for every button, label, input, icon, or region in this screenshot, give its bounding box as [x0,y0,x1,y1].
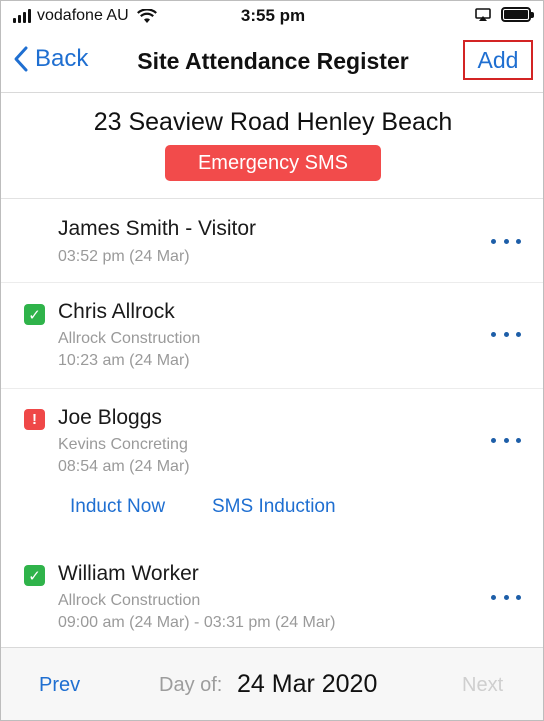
attendee-company: Allrock Construction [58,592,201,609]
more-options-icon[interactable] [491,587,521,607]
add-button[interactable]: Add [463,40,533,80]
check-icon: ✓ [24,565,45,586]
attendance-list: James Smith - Visitor 03:52 pm (24 Mar) … [1,199,543,647]
back-label: Back [35,45,89,72]
check-icon: ✓ [24,304,45,325]
attendee-name: Joe Bloggs [58,406,162,429]
chevron-left-icon [14,46,28,72]
status-right [475,7,534,22]
induct-now-button[interactable]: Induct Now [70,496,165,518]
navigation-bar: Back Site Attendance Register Add [1,33,543,93]
battery-icon [501,7,534,22]
list-item[interactable]: ! Joe Bloggs Kevins Concreting 08:54 am … [1,389,543,544]
next-button[interactable]: Next [462,674,503,697]
attendee-time: 09:00 am (24 Mar) - 03:31 pm (24 Mar) [58,614,336,631]
site-header: 23 Seaview Road Henley Beach Emergency S… [1,93,543,199]
clock: 3:55 pm [240,6,306,25]
attendee-time: 03:52 pm (24 Mar) [58,248,190,265]
app-screen: vodafone AU 3:55 pm Back Site Attendance… [0,0,544,721]
back-button[interactable]: Back [13,45,88,73]
list-item[interactable]: James Smith - Visitor 03:52 pm (24 Mar) [1,199,543,283]
attendee-name: William Worker [58,562,199,585]
emergency-sms-button[interactable]: Emergency SMS [165,145,381,181]
sms-induction-button[interactable]: SMS Induction [212,496,336,518]
attendee-company: Allrock Construction [58,330,201,347]
prev-button[interactable]: Prev [39,674,80,697]
more-options-icon[interactable] [491,430,521,450]
date-picker[interactable]: 24 Mar 2020 [237,670,377,699]
date-navigation-bar: Prev Day of: 24 Mar 2020 Next [1,647,543,720]
attendee-name: Chris Allrock [58,300,175,323]
site-address: 23 Seaview Road Henley Beach [93,108,453,136]
attendee-name: James Smith - Visitor [58,217,256,240]
day-of-label: Day of: [159,674,223,696]
attendee-company: Kevins Concreting [58,436,188,453]
status-bar: vodafone AU 3:55 pm [1,1,543,33]
more-options-icon[interactable] [491,324,521,344]
airplay-icon [475,7,491,21]
exclamation-icon: ! [24,409,45,430]
more-options-icon[interactable] [491,231,521,251]
attendee-time: 08:54 am (24 Mar) [58,458,190,475]
list-item[interactable]: ✓ Chris Allrock Allrock Construction 10:… [1,283,543,389]
attendee-time: 10:23 am (24 Mar) [58,352,190,369]
list-item[interactable]: ✓ William Worker Allrock Construction 09… [1,544,543,647]
